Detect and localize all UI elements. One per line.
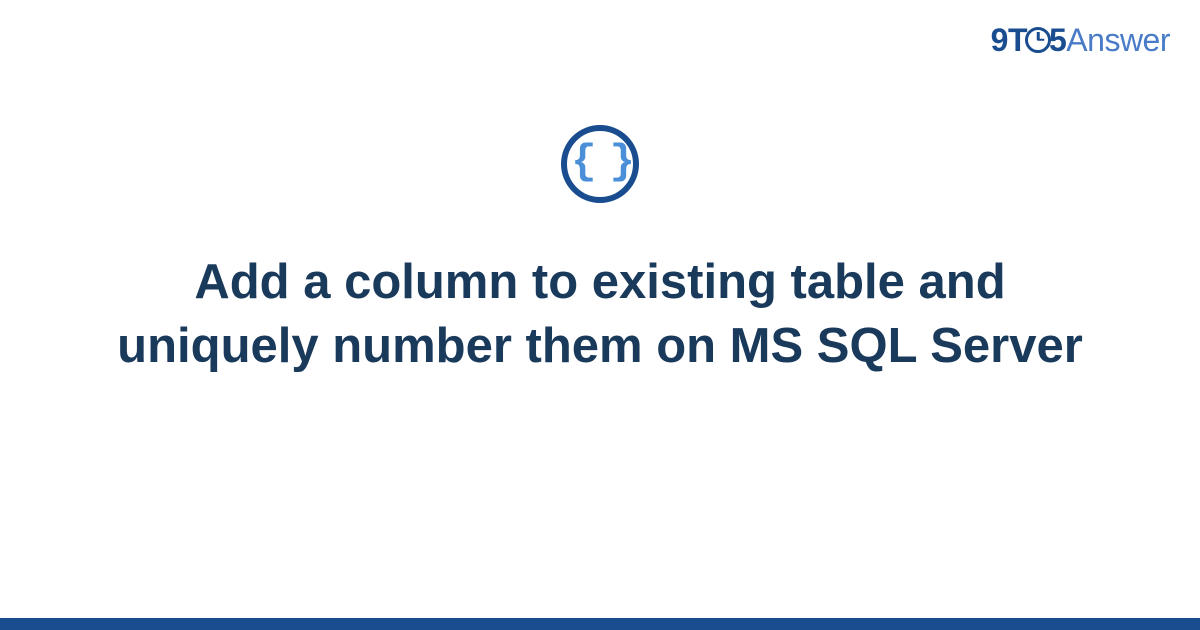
logo-text-5: 5 — [1049, 22, 1066, 58]
main-content: { } Add a column to existing table and u… — [0, 125, 1200, 378]
clock-icon — [1025, 27, 1051, 53]
category-icon-circle: { } — [561, 125, 639, 203]
site-logo: 9T 5Answer — [991, 22, 1170, 59]
logo-text-answer: Answer — [1066, 22, 1170, 58]
code-braces-icon: { } — [571, 141, 629, 183]
page-title: Add a column to existing table and uniqu… — [75, 251, 1125, 378]
footer-accent-bar — [0, 618, 1200, 630]
logo-text-9t: 9T — [991, 22, 1027, 58]
